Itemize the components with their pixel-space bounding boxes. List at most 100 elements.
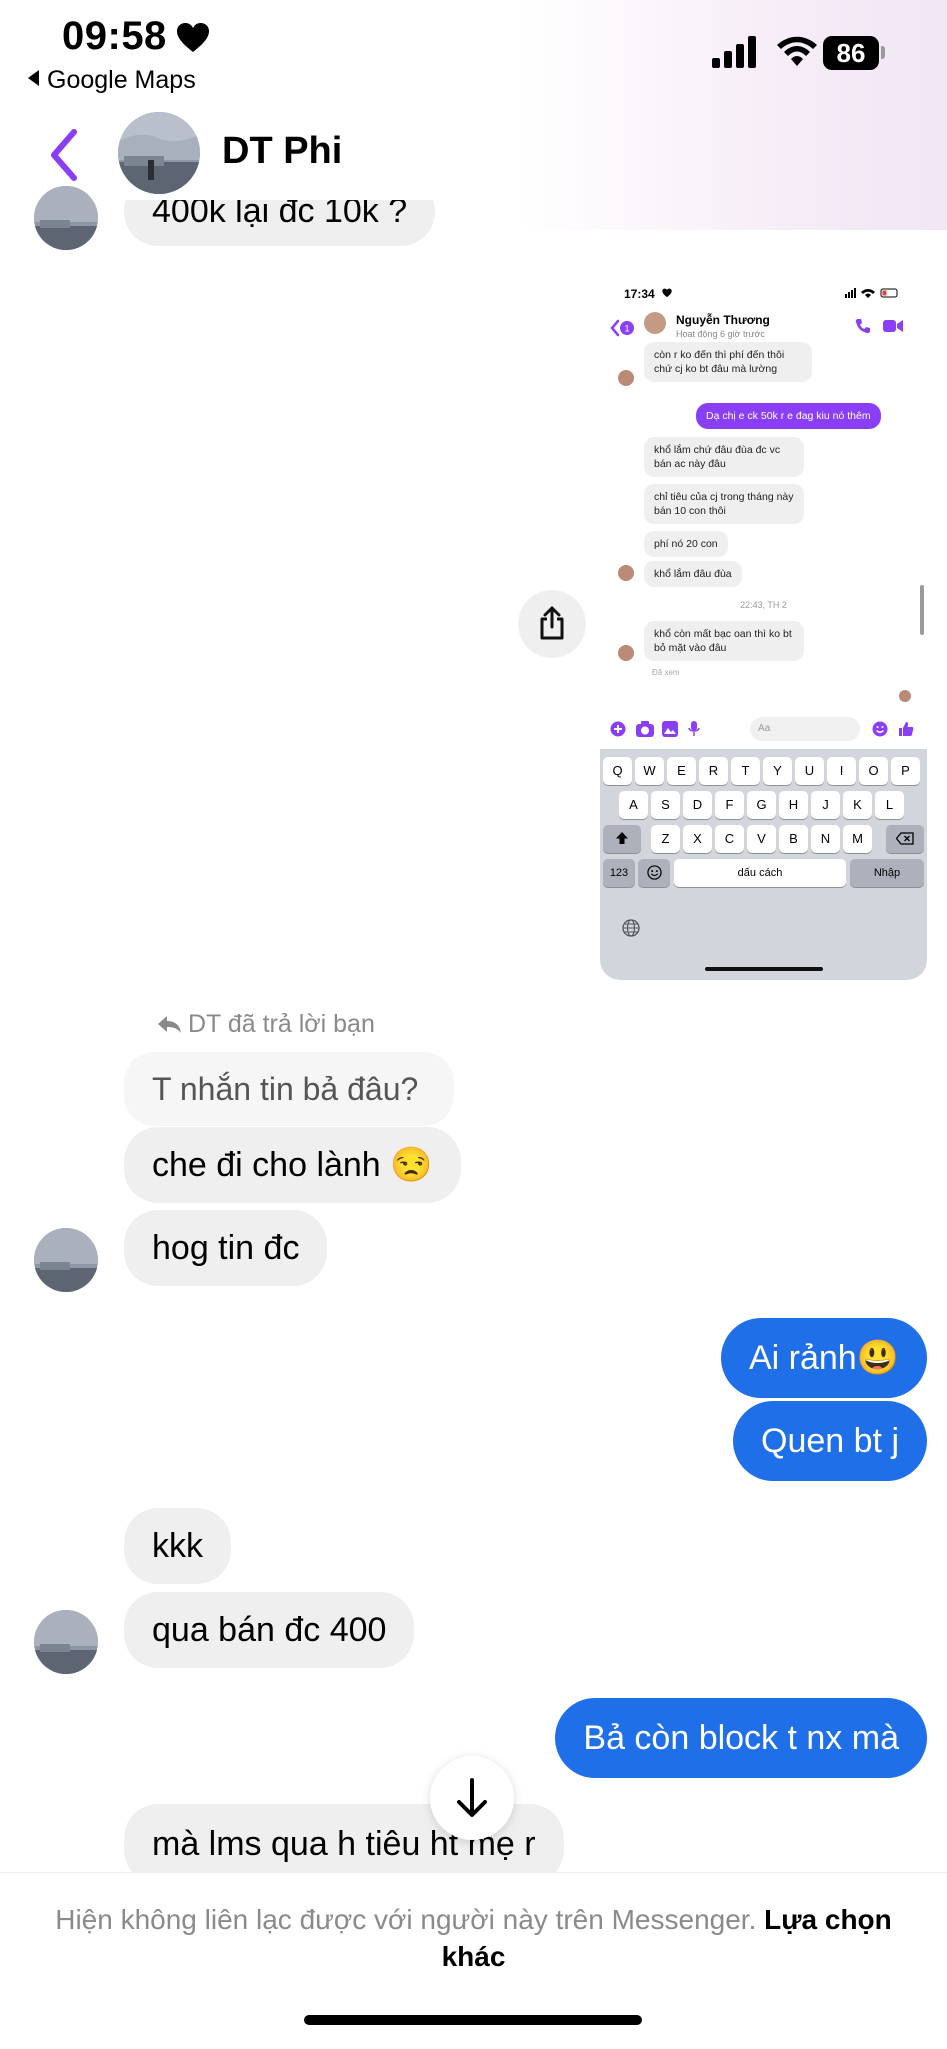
message-outgoing[interactable]: Quen bt j <box>733 1401 927 1481</box>
shot-message: khổ lắm chứ đâu đùa đc vc bán ac này đâu <box>644 437 804 477</box>
message-outgoing[interactable]: Bả còn block t nx mà <box>555 1698 927 1778</box>
back-chevron-icon[interactable] <box>48 128 80 182</box>
globe-icon <box>622 919 640 937</box>
shot-emoji-icon <box>872 721 888 737</box>
clock: 09:58 <box>62 14 167 58</box>
shot-time: 17:34 <box>624 287 655 301</box>
backspace-key <box>886 825 924 853</box>
key: J <box>811 791 840 819</box>
shot-timestamp: 22:43, TH 2 <box>740 600 787 610</box>
key: C <box>715 825 744 853</box>
contact-avatar[interactable] <box>118 112 200 194</box>
status-bar: 09:58 Google Maps 86 <box>0 0 947 100</box>
back-app-label: Google Maps <box>47 66 196 94</box>
shot-message: chỉ tiêu của cj trong tháng này bán 10 c… <box>644 484 804 524</box>
shot-camera-icon <box>636 721 654 737</box>
chat-header: DT Phi <box>0 112 947 202</box>
composer-unavailable-footer: Hiện không liên lạc được với người này t… <box>0 1872 947 2049</box>
shift-icon <box>616 832 628 844</box>
shot-heart-icon <box>662 288 672 298</box>
key: S <box>651 791 680 819</box>
svg-text:1: 1 <box>624 324 629 334</box>
key: U <box>795 757 824 785</box>
share-icon <box>540 606 564 640</box>
key: N <box>811 825 840 853</box>
message-incoming[interactable]: che đi cho lành 😒 <box>124 1127 461 1203</box>
key: D <box>683 791 712 819</box>
shot-sender-avatar <box>618 645 634 661</box>
key: W <box>635 757 664 785</box>
shot-sender-avatar <box>618 370 634 386</box>
home-indicator[interactable] <box>304 2015 642 2025</box>
shot-mic-icon <box>688 721 700 736</box>
shot-phone-icon <box>855 319 870 334</box>
key: K <box>843 791 872 819</box>
shot-active-status: Hoạt động 6 giờ trước <box>676 329 765 339</box>
key: F <box>715 791 744 819</box>
key: A <box>619 791 648 819</box>
shot-sender-avatar <box>618 565 634 581</box>
shot-seen-label: Đã xem <box>652 668 680 677</box>
shot-compose-field: Aa <box>750 717 860 741</box>
key: X <box>683 825 712 853</box>
key: P <box>891 757 920 785</box>
shot-contact-name: Nguyễn Thương <box>676 313 770 327</box>
reply-context: DT đã trả lời bạn <box>156 1010 375 1039</box>
key: L <box>875 791 904 819</box>
unavailable-notice-text: Hiện không liên lạc được với người này t… <box>55 1904 757 1935</box>
message-incoming[interactable]: qua bán đc 400 <box>124 1592 415 1668</box>
shot-plus-icon <box>610 721 626 737</box>
scroll-to-bottom-button[interactable] <box>430 1756 514 1840</box>
key: R <box>699 757 728 785</box>
key: Q <box>603 757 632 785</box>
message-incoming[interactable]: kkk <box>124 1508 231 1584</box>
key: V <box>747 825 776 853</box>
reply-context-text: DT đã trả lời bạn <box>188 1010 375 1038</box>
sender-avatar <box>34 1228 98 1292</box>
shot-message: khổ còn mất bạc oan thì ko bt bỏ mặt vào… <box>644 621 804 661</box>
shot-like-icon <box>899 722 914 736</box>
share-button[interactable] <box>518 590 586 658</box>
space-key: dấu cách <box>674 859 846 887</box>
key: T <box>731 757 760 785</box>
back-to-app-link[interactable]: Google Maps <box>28 66 196 95</box>
key: I <box>827 757 856 785</box>
shot-gallery-icon <box>662 721 678 737</box>
shot-status-icons <box>845 288 898 298</box>
sender-avatar <box>34 1610 98 1674</box>
quoted-message[interactable]: T nhắn tin bả đâu? <box>124 1052 454 1126</box>
key: M <box>843 825 872 853</box>
shift-key <box>603 825 641 853</box>
key: Z <box>651 825 680 853</box>
key: G <box>747 791 776 819</box>
shot-home-indicator <box>705 967 823 971</box>
heart-icon <box>177 23 209 52</box>
key: H <box>779 791 808 819</box>
backspace-icon <box>895 832 914 845</box>
unavailable-notice: Hiện không liên lạc được với người này t… <box>40 1901 907 1975</box>
wifi-icon <box>777 36 817 66</box>
shot-message-outgoing: Dạ chị e ck 50k r e đag kiu nó thêm <box>696 403 881 429</box>
shot-scrollbar <box>920 585 924 635</box>
arrow-down-icon <box>457 1778 487 1817</box>
numbers-key: 123 <box>603 859 635 887</box>
shot-message: khổ lắm đâu đùa <box>644 561 742 587</box>
emoji-key <box>638 859 670 887</box>
message-incoming[interactable]: hog tin đc <box>124 1210 328 1286</box>
key: Y <box>763 757 792 785</box>
shot-back-icon: 1 <box>610 319 634 337</box>
reply-arrow-icon <box>158 1016 181 1033</box>
cellular-signal-icon <box>712 36 756 68</box>
emoji-key-icon <box>646 865 662 880</box>
shared-screenshot-image[interactable]: 17:34 1 Nguyễn Thương Hoạt động 6 giờ tr… <box>600 275 927 980</box>
return-key: Nhập <box>850 859 924 887</box>
message-outgoing[interactable]: Ai rảnh😃 <box>720 1318 927 1398</box>
contact-name[interactable]: DT Phi <box>222 130 342 173</box>
shot-contact-avatar <box>644 312 666 334</box>
shot-message: phí nó 20 con <box>644 531 728 557</box>
back-triangle-icon <box>28 70 39 86</box>
battery-level: 86 <box>823 36 879 70</box>
key: O <box>859 757 888 785</box>
shot-keyboard: Q W E R T Y U I O P A S D F G H J K L Z … <box>600 749 927 980</box>
battery-tip <box>881 46 885 59</box>
